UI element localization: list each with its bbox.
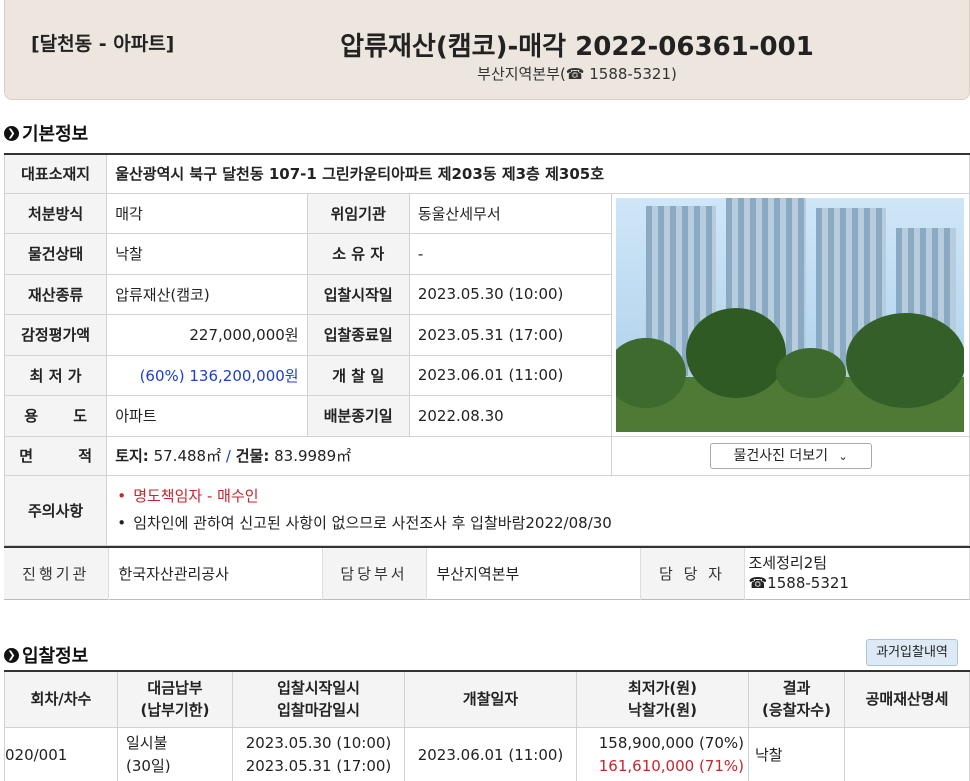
payment-line2: (30일): [126, 757, 171, 775]
type-value: 압류재산(캠코): [106, 273, 308, 315]
type-label: 재산종류: [3, 273, 108, 315]
round-cell: 020/001: [4, 726, 118, 781]
person-phone: ☎1588-5321: [748, 574, 849, 593]
status-label: 물건상태: [3, 233, 108, 275]
col-result: 결과 (응찰자수): [748, 670, 845, 728]
min-price-label: 최 저 가: [3, 354, 108, 396]
bid-end-value: 2023.05.31 (17:00): [408, 314, 613, 356]
use-label: 용 도: [3, 395, 108, 437]
org-label: 진행기관: [4, 547, 109, 599]
appraisal-label: 감정평가액: [3, 314, 108, 356]
office-contact: 부산지역본부(☎ 1588-5321): [477, 65, 677, 83]
col-period-line2: 입찰마감일시: [277, 701, 360, 720]
person-team: 조세정리2팀: [748, 554, 828, 573]
col-price: 최저가(원) 낙찰가(원): [576, 670, 749, 728]
tree-shape: [686, 307, 787, 398]
notice-label: 주의사항: [3, 474, 108, 546]
org-value: 한국자산관리공사: [108, 547, 323, 599]
notice-item: 명도책임자 - 매수인: [115, 483, 969, 510]
opening-value: 2023.06.01 (11:00): [408, 354, 613, 396]
end-datetime: 2023.05.31 (17:00): [245, 757, 392, 775]
payment-cell: 일시불 (30일): [117, 726, 233, 781]
basic-info-title: 기본정보: [22, 124, 89, 145]
col-result-line2: (응찰자수): [762, 701, 831, 720]
bid-info-heading: ❯ 입찰정보: [4, 642, 88, 668]
bid-start-label: 입찰시작일: [306, 273, 410, 315]
land-area-value: 57.488㎡: [153, 447, 222, 465]
dept-value: 부산지역본부: [426, 547, 641, 599]
min-price-value: (60%) 136,200,000원: [106, 354, 308, 396]
more-photos-label: 물건사진 더보기: [733, 447, 829, 464]
owner-label: 소 유 자: [306, 233, 410, 275]
arrow-circle-icon: ❯: [4, 647, 19, 663]
opening-label: 개 찰 일: [306, 354, 410, 396]
area-separator: /: [225, 447, 231, 465]
notice-item: 임차인에 관하여 신고된 사항이 없으므로 사전조사 후 입찰바람2022/08…: [115, 510, 969, 537]
building-area-label: 건물:: [235, 447, 270, 465]
opening-cell: 2023.06.01 (11:00): [404, 726, 577, 781]
person-label: 담 당 자: [640, 547, 745, 599]
col-period: 입찰시작일시 입찰마감일시: [232, 670, 405, 728]
tree-shape: [846, 312, 965, 408]
status-value: 낙찰: [106, 233, 308, 275]
col-payment: 대금납부 (납부기한): [117, 670, 233, 728]
disposal-value: 매각: [106, 192, 308, 234]
disposal-label: 처분방식: [3, 192, 108, 234]
col-period-line1: 입찰시작일시: [277, 679, 360, 698]
bid-table: 회차/차수 대금납부 (납부기한) 입찰시작일시 입찰마감일시 개찰일자 최저가…: [4, 670, 970, 781]
area-value: 토지: 57.488㎡ / 건물: 83.9989㎡: [106, 435, 613, 476]
property-photo[interactable]: [616, 197, 965, 432]
owner-value: -: [408, 233, 613, 275]
appraisal-value: 227,000,000원: [106, 314, 308, 356]
col-price-line1: 최저가(원): [628, 679, 697, 698]
address-value: 울산광역시 북구 달천동 107-1 그린카운티아파트 제203동 제3층 제3…: [106, 153, 970, 194]
notice-cell: 명도책임자 - 매수인 임차인에 관하여 신고된 사항이 없으므로 사전조사 후…: [106, 474, 970, 546]
building-area-value: 83.9989㎡: [274, 447, 352, 465]
distribution-label: 배분종기일: [306, 395, 410, 437]
min-price: 158,900,000 (70%): [598, 734, 744, 752]
area-label: 면 적: [3, 435, 108, 476]
col-payment-line1: 대금납부: [147, 679, 203, 698]
page-title: 압류재산(캠코)-매각 2022-06361-001: [340, 32, 814, 62]
bid-info-title: 입찰정보: [22, 646, 89, 667]
photo-cell: [611, 192, 970, 437]
chevron-down-icon: ⌄: [838, 449, 848, 463]
arrow-circle-icon: ❯: [4, 125, 19, 141]
person-value: 조세정리2팀 ☎1588-5321: [744, 547, 970, 599]
basic-info-table: 대표소재지 울산광역시 북구 달천동 107-1 그린카운티아파트 제203동 …: [3, 153, 970, 546]
result-cell: 낙찰: [748, 726, 845, 781]
bid-history-button[interactable]: 과거입찰내역: [866, 639, 958, 666]
distribution-value: 2022.08.30: [408, 395, 613, 437]
period-cell: 2023.05.30 (10:00) 2023.05.31 (17:00): [232, 726, 405, 781]
col-statement: 공매재산명세: [844, 670, 970, 728]
agency-table: 진행기관 한국자산관리공사 담당부서 부산지역본부 담 당 자 조세정리2팀 ☎…: [4, 546, 970, 600]
delegator-label: 위임기관: [306, 192, 410, 234]
col-round: 회차/차수: [4, 670, 118, 728]
basic-info-heading: ❯ 기본정보: [4, 120, 88, 146]
land-area-label: 토지:: [115, 447, 149, 465]
page-header: [달천동 - 아파트] 압류재산(캠코)-매각 2022-06361-001 부…: [4, 0, 970, 100]
delegator-value: 동울산세무서: [408, 192, 613, 234]
statement-cell: [844, 726, 970, 781]
col-result-line1: 결과: [782, 679, 811, 698]
col-opening: 개찰일자: [404, 670, 577, 728]
price-cell: 158,900,000 (70%) 161,610,000 (71%): [576, 726, 749, 781]
payment-line1: 일시불: [126, 734, 168, 752]
col-price-line2: 낙찰가(원): [628, 701, 697, 720]
more-photos-button[interactable]: 물건사진 더보기 ⌄: [709, 442, 872, 469]
bid-start-value: 2023.05.30 (10:00): [408, 273, 613, 315]
address-label: 대표소재지: [3, 153, 108, 194]
start-datetime: 2023.05.30 (10:00): [245, 734, 392, 752]
notice-list: 명도책임자 - 매수인 임차인에 관하여 신고된 사항이 없으므로 사전조사 후…: [115, 483, 969, 537]
col-payment-line2: (납부기한): [140, 701, 210, 720]
more-photos-cell: 물건사진 더보기 ⌄: [611, 435, 970, 476]
dept-label: 담당부서: [322, 547, 427, 599]
table-row: 020/001 일시불 (30일) 2023.05.30 (10:00) 202…: [4, 726, 970, 781]
bid-end-label: 입찰종료일: [306, 314, 410, 356]
use-value: 아파트: [106, 395, 308, 437]
winning-price: 161,610,000 (71%): [598, 757, 744, 775]
tree-shape: [776, 347, 847, 398]
